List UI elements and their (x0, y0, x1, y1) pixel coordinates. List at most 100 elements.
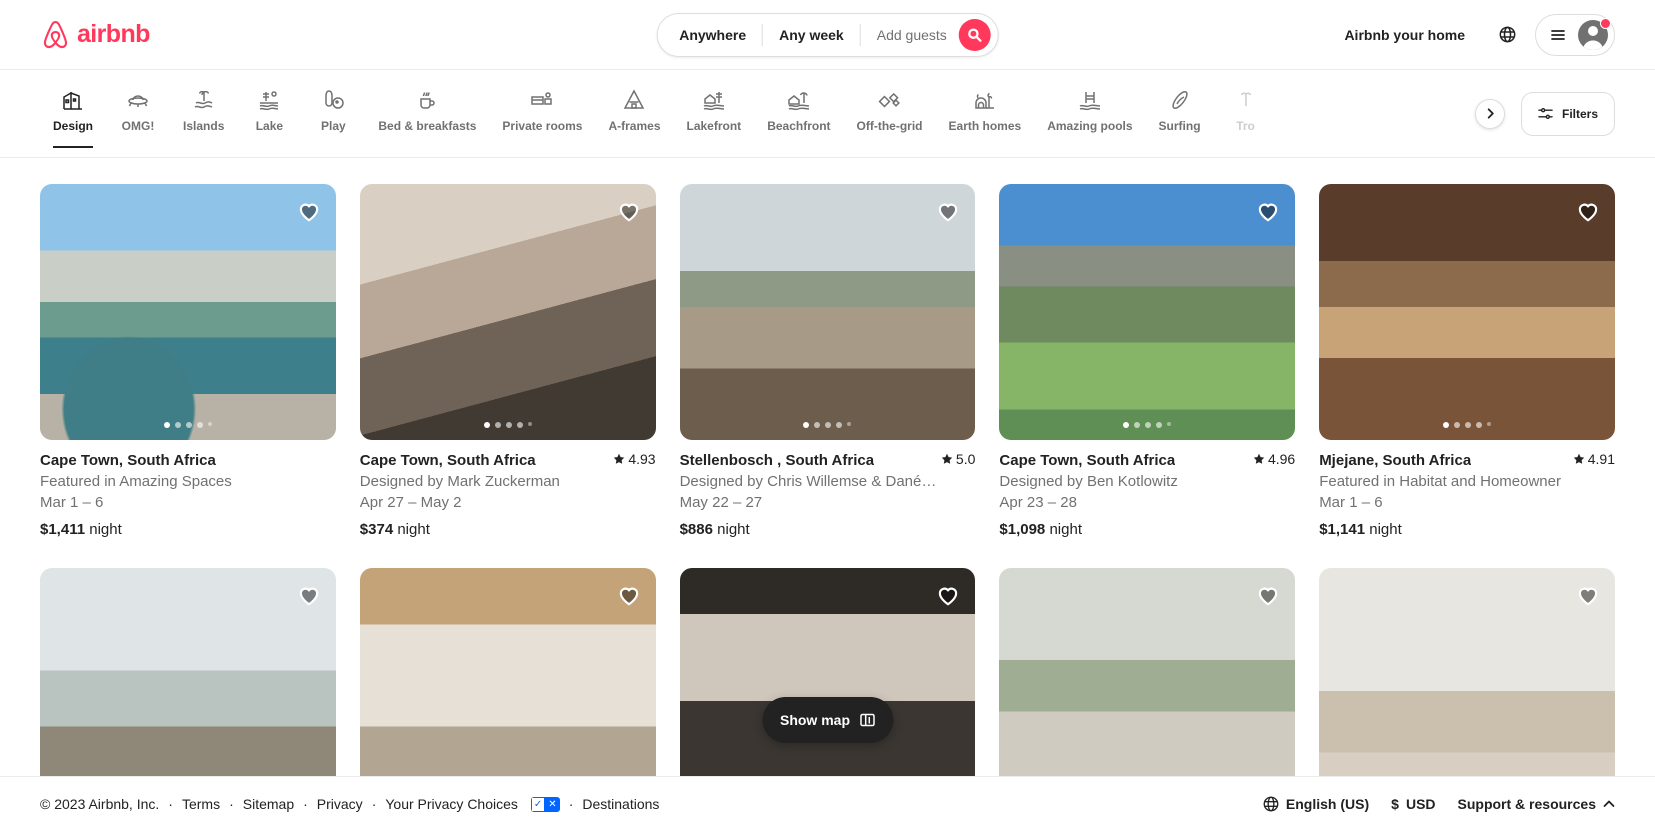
carousel-dot[interactable] (847, 422, 852, 426)
chevron-right-icon (1487, 108, 1494, 119)
footer-link-privacy[interactable]: Privacy (317, 796, 363, 812)
category-a-frames[interactable]: A-frames (595, 78, 673, 146)
carousel-dot[interactable] (1443, 422, 1450, 428)
carousel-dot[interactable] (803, 422, 810, 428)
favorite-heart-icon[interactable] (1575, 198, 1601, 224)
carousel-dot[interactable] (505, 422, 512, 428)
listing-photo[interactable] (679, 568, 976, 776)
category-bed-breakfasts[interactable]: Bed & breakfasts (365, 78, 489, 146)
carousel-dot[interactable] (174, 422, 181, 428)
footer-link-terms[interactable]: Terms (182, 796, 220, 812)
category-scroller[interactable]: Design OMG! Islands Lake Play Bed & brea… (40, 78, 1503, 150)
listing-photo[interactable] (999, 568, 1296, 776)
carousel-dot[interactable] (1167, 422, 1172, 426)
filters-button[interactable]: Filters (1520, 91, 1615, 136)
listing-card[interactable]: Cape Town, South Africa 4.96 Designed by B… (999, 184, 1296, 538)
user-profile-menu[interactable] (1535, 13, 1615, 56)
show-map-button[interactable]: Show map (761, 697, 894, 743)
listing-photo[interactable] (1319, 184, 1615, 440)
carousel-dot[interactable] (1123, 422, 1130, 428)
category-beachfront[interactable]: Beachfront (754, 78, 843, 146)
listing-card[interactable]: Cape Town, South Africa Featured in Amazi… (40, 184, 336, 538)
category-next-button[interactable] (1475, 98, 1505, 129)
carousel-dot[interactable] (836, 422, 843, 428)
listing-photo[interactable] (999, 184, 1296, 440)
favorite-heart-icon[interactable] (296, 582, 322, 608)
listing-photo[interactable] (1319, 568, 1615, 776)
globe-icon (1263, 796, 1279, 812)
listing-card[interactable]: Cape Town, South Africa 4.93 Designed by M… (359, 184, 656, 538)
carousel-dot[interactable] (483, 422, 490, 428)
privacy-choices-badge[interactable]: ✓ ✕ (530, 796, 560, 812)
listing-card[interactable] (1319, 568, 1615, 776)
carousel-dot[interactable] (1156, 422, 1163, 428)
listing-photo[interactable] (359, 184, 656, 440)
search-when-button[interactable]: Any week (763, 13, 860, 57)
favorite-heart-icon[interactable] (1255, 198, 1281, 224)
listing-photo[interactable] (359, 568, 656, 776)
footer-support-menu[interactable]: Support & resources (1458, 796, 1615, 812)
carousel-dot[interactable] (1476, 422, 1483, 428)
footer-link-privacy-choices[interactable]: Your Privacy Choices (385, 796, 518, 812)
favorite-heart-icon[interactable] (935, 582, 961, 608)
carousel-dot[interactable] (1145, 422, 1152, 428)
listing-card[interactable] (999, 568, 1296, 776)
carousel-dot[interactable] (1454, 422, 1461, 428)
listing-photo[interactable] (40, 568, 336, 776)
carousel-dot[interactable] (1487, 422, 1492, 426)
footer-currency-selector[interactable]: $ USD (1391, 796, 1435, 812)
carousel-dot[interactable] (196, 422, 203, 428)
footer-link-destinations[interactable]: Destinations (582, 796, 659, 812)
category-play[interactable]: Play (301, 78, 365, 146)
search-guests-button[interactable]: Add guests (861, 13, 957, 57)
carousel-dot[interactable] (494, 422, 501, 428)
favorite-heart-icon[interactable] (1255, 582, 1281, 608)
carousel-dot[interactable] (825, 422, 832, 428)
category-islands[interactable]: Islands (170, 78, 237, 146)
carousel-dot[interactable] (814, 422, 821, 428)
favorite-heart-icon[interactable] (1575, 582, 1601, 608)
filters-icon (1538, 108, 1553, 119)
carousel-dot[interactable] (1134, 422, 1141, 428)
category-private-rooms[interactable]: Private rooms (489, 78, 595, 146)
category-tropical[interactable]: Tro (1214, 78, 1278, 146)
listing-photo[interactable] (40, 184, 336, 440)
listing-card[interactable] (40, 568, 336, 776)
carousel-dot[interactable] (1465, 422, 1472, 428)
listing-card[interactable]: Stellenbosch , South Africa 5.0 Designed b… (679, 184, 976, 538)
listing-photo[interactable] (679, 184, 976, 440)
category-earth-homes[interactable]: Earth homes (936, 78, 1035, 146)
category-lake[interactable]: Lake (237, 78, 301, 146)
category-surfing[interactable]: Surfing (1146, 78, 1214, 146)
category-lakefront[interactable]: Lakefront (674, 78, 755, 146)
category-design[interactable]: Design (40, 78, 106, 148)
search-where-button[interactable]: Anywhere (657, 13, 762, 57)
listing-title-row: Cape Town, South Africa (40, 451, 336, 470)
airbnb-your-home-link[interactable]: Airbnb your home (1330, 15, 1479, 55)
carousel-dot[interactable] (527, 422, 532, 426)
category-omg[interactable]: OMG! (106, 78, 170, 146)
listing-card[interactable] (679, 568, 976, 776)
favorite-heart-icon[interactable] (616, 198, 642, 224)
airbnb-logo[interactable]: airbnb (40, 19, 150, 50)
category-amazing-pools[interactable]: Amazing pools (1034, 78, 1145, 146)
listing-title-row: Cape Town, South Africa 4.96 (999, 451, 1295, 470)
search-bar[interactable]: Anywhere Any week Add guests (656, 13, 999, 57)
category-label: Design (53, 118, 94, 133)
search-icon (968, 28, 982, 42)
carousel-dot[interactable] (185, 422, 192, 428)
favorite-heart-icon[interactable] (935, 198, 961, 224)
listing-card[interactable] (359, 568, 656, 776)
language-globe-button[interactable] (1487, 15, 1527, 55)
footer-language-selector[interactable]: English (US) (1263, 796, 1369, 812)
footer-link-sitemap[interactable]: Sitemap (243, 796, 294, 812)
category-off-the-grid[interactable]: Off-the-grid (844, 78, 936, 146)
footer-language-label: English (US) (1285, 796, 1370, 812)
carousel-dot[interactable] (516, 422, 523, 428)
search-submit-button[interactable] (958, 19, 991, 51)
carousel-dot[interactable] (207, 422, 212, 426)
carousel-dot[interactable] (163, 422, 170, 428)
favorite-heart-icon[interactable] (296, 198, 322, 224)
listing-card[interactable]: Mjejane, South Africa 4.91 Featured in Hab… (1319, 184, 1615, 538)
favorite-heart-icon[interactable] (616, 582, 642, 608)
